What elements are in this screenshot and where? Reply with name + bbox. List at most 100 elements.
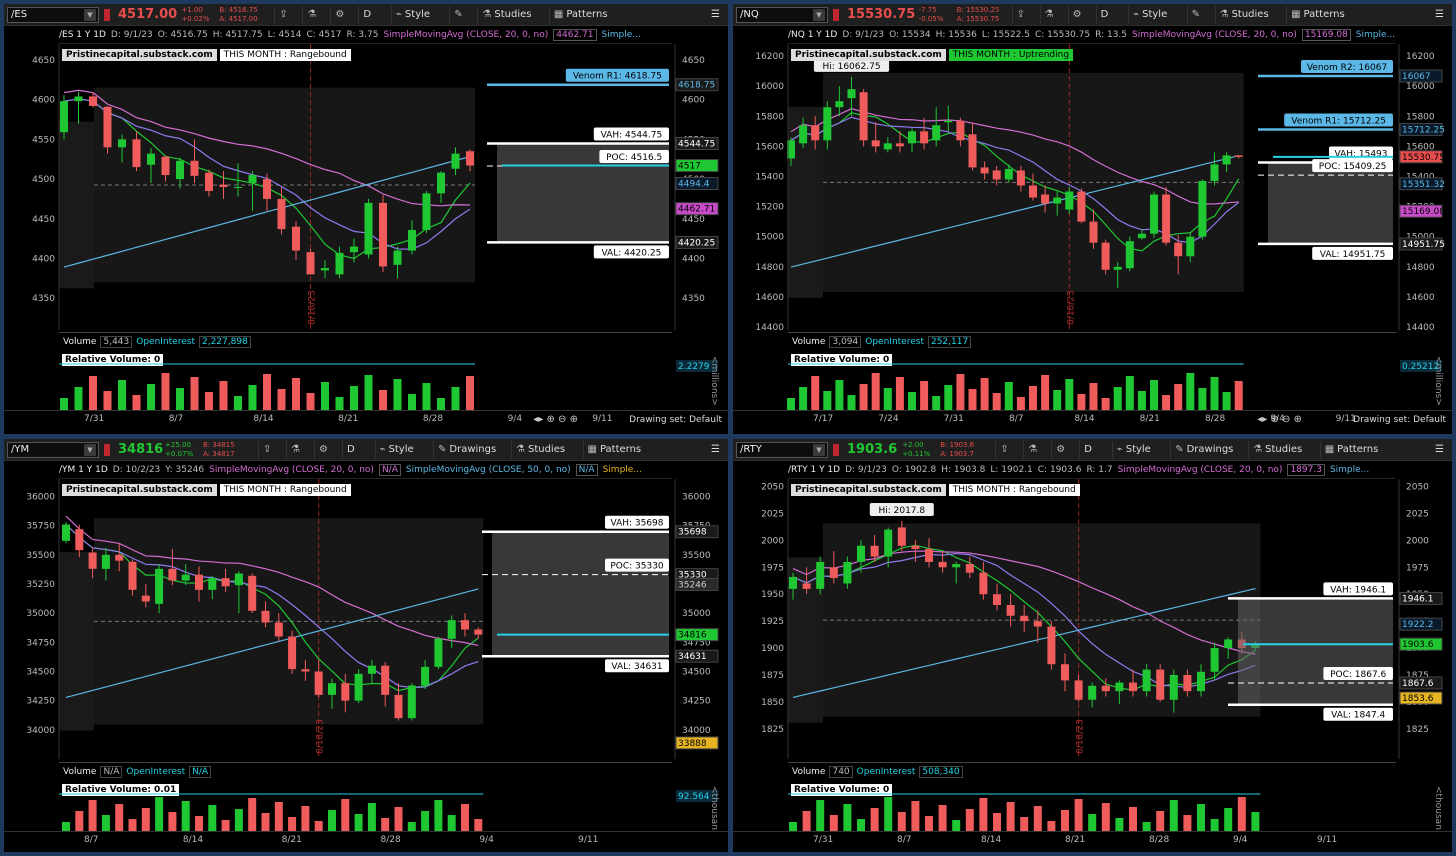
zoom-controls[interactable]: ◂▸ ⊕ ⊖ ⊕ [533, 414, 578, 425]
x-tick-label: 8/21 [281, 835, 302, 845]
open-readout: O: 15534 [889, 30, 931, 40]
share-icon[interactable]: ⇪ [258, 441, 278, 459]
style-menu[interactable]: ⌁ Style [1128, 6, 1171, 24]
y-tick-label: 36000 [682, 493, 711, 503]
gear-icon[interactable]: ⚙ [330, 6, 351, 24]
period-selector[interactable]: D [1095, 6, 1113, 24]
axis-price-tag-text: 15169.08 [1402, 207, 1445, 217]
level-label-text: VAL: 4420.25 [601, 248, 661, 258]
candle-body [407, 685, 416, 719]
axis-price-tag: 4494.4 [675, 177, 719, 191]
change-percent: -0.05% [918, 15, 944, 23]
period-selector[interactable]: D [1079, 441, 1096, 459]
symbol-selector[interactable]: /ES ▼ [7, 7, 99, 23]
level-label-text: Venom R1: 15712.25 [1291, 116, 1386, 126]
drawing-set-label[interactable]: Drawing set: Default [1353, 415, 1446, 425]
style-menu[interactable]: ⌁ Style [390, 6, 434, 24]
chevron-down-icon[interactable]: ▼ [84, 9, 96, 21]
period-selector[interactable]: D [358, 6, 375, 24]
period-selector[interactable]: D [342, 441, 359, 459]
change-percent: +0.07% [165, 450, 194, 458]
volume-axis-unit: <millions> [709, 356, 719, 406]
style-menu[interactable]: ⌁ Style [374, 441, 418, 459]
axis-price-tag-text: 15712.25 [1402, 125, 1445, 135]
studies-menu[interactable]: ⚗ Studies [477, 6, 535, 24]
drawings-menu[interactable]: ✎ Drawings [1170, 441, 1237, 459]
candle-body [811, 125, 820, 141]
gear-icon[interactable]: ⚙ [1051, 441, 1072, 459]
zoom-controls[interactable]: ◂▸ ⊕ ⊖ ⊕ [1257, 414, 1302, 425]
candle-body [354, 673, 363, 701]
candle-body [1197, 671, 1205, 692]
volume-axis-unit: <millions> [1433, 356, 1443, 406]
patterns-menu[interactable]: ▦ Patterns [582, 441, 646, 459]
menu-icon[interactable]: ☰ [707, 441, 724, 459]
candle-body [155, 568, 164, 604]
share-icon[interactable]: ⇪ [1011, 6, 1032, 24]
price-chart[interactable]: VAH: 1946.1 POC: 1867.6 VAL: 1847.4 Hi: 201… [733, 479, 1452, 779]
candle-body [466, 151, 474, 166]
flask-icon[interactable]: ⚗ [302, 6, 323, 24]
x-tick-label: 8/14 [182, 835, 204, 845]
menu-icon[interactable]: ☰ [1431, 6, 1448, 24]
price-chart[interactable]: Venom R2: 16067 Venom R1: 15712.25 VAH: 15… [733, 44, 1452, 350]
axis-price-tag-text: 4420.25 [678, 238, 715, 248]
menu-icon[interactable]: ☰ [1431, 441, 1448, 459]
gear-icon[interactable]: ⚙ [314, 441, 335, 459]
candle-body [234, 187, 242, 188]
style-menu[interactable]: ⌁ Style [1111, 441, 1155, 459]
symbol-selector[interactable]: /NQ ▼ [736, 7, 828, 23]
candle-body [925, 549, 933, 562]
candle-body [965, 564, 974, 573]
gear-icon[interactable]: ⚙ [1067, 6, 1089, 24]
patterns-menu[interactable]: ▦ Patterns [1319, 441, 1383, 459]
axis-price-tag: 34631 [675, 649, 719, 663]
flask-icon[interactable]: ⚗ [1023, 441, 1044, 459]
studies-menu[interactable]: ⚗ Studies [1248, 441, 1306, 459]
drawing-tool-icon[interactable]: ✎ [1186, 6, 1207, 24]
range-readout: R: 1.7 [1086, 465, 1113, 475]
candle-body [968, 134, 977, 168]
alert-flag-icon[interactable] [833, 444, 839, 456]
candle-body [883, 143, 892, 150]
drawing-set-label[interactable]: Drawing set: Default [629, 415, 722, 425]
flask-icon[interactable]: ⚗ [286, 441, 307, 459]
share-icon[interactable]: ⇪ [995, 441, 1015, 459]
studies-menu[interactable]: ⚗ Studies [511, 441, 569, 459]
candle-body [132, 139, 141, 168]
candle-body [944, 120, 953, 123]
drawings-menu[interactable]: ✎ Drawings [433, 441, 500, 459]
price-chart[interactable]: Venom R1: 4618.75 VAH: 4544.75 POC: 4516.5… [4, 44, 728, 350]
axis-price-tag-text: 35698 [678, 528, 707, 538]
volume-axis-tag-text: 92.564 [678, 792, 710, 802]
x-tick-label: 9/11 [578, 835, 599, 845]
y-tick-label-left: 4500 [32, 175, 55, 185]
level-label: VAL: 4420.25 [593, 245, 669, 259]
level-label-text: VAH: 35698 [610, 519, 663, 529]
price-chart[interactable]: VAH: 35698 POC: 35330 VAL: 34631 8/18/23 340… [4, 479, 728, 779]
alert-flag-icon[interactable] [104, 444, 110, 456]
alert-flag-icon[interactable] [104, 9, 110, 21]
flask-icon[interactable]: ⚗ [1039, 6, 1061, 24]
drawing-tool-icon[interactable]: ✎ [449, 6, 469, 24]
period-selector-label: D [1084, 444, 1092, 455]
candle-body [321, 268, 329, 271]
symbol-selector[interactable]: /RTY ▼ [736, 442, 828, 458]
chevron-down-icon[interactable]: ▼ [813, 444, 825, 456]
patterns-menu[interactable]: ▦ Patterns [548, 6, 612, 24]
volume-header: Volume 740 OpenInterest 508,340 [788, 762, 1396, 780]
flask-icon: ⚗ [1044, 9, 1054, 20]
studies-menu[interactable]: ⚗ Studies [1214, 6, 1273, 24]
share-icon[interactable]: ⇪ [274, 6, 294, 24]
y-tick-label-left: 1975 [761, 563, 784, 573]
chevron-down-icon[interactable]: ▼ [84, 444, 96, 456]
menu-icon[interactable]: ☰ [707, 6, 724, 24]
symbol-selector[interactable]: /YM ▼ [7, 442, 99, 458]
y-tick-label: 2050 [1406, 483, 1429, 493]
y-tick-label-left: 15400 [755, 172, 784, 182]
candle-body [421, 666, 430, 686]
alert-flag-icon[interactable] [833, 9, 839, 21]
patterns-menu[interactable]: ▦ Patterns [1286, 6, 1349, 24]
chevron-down-icon[interactable]: ▼ [813, 9, 825, 21]
candle-body [920, 131, 929, 144]
